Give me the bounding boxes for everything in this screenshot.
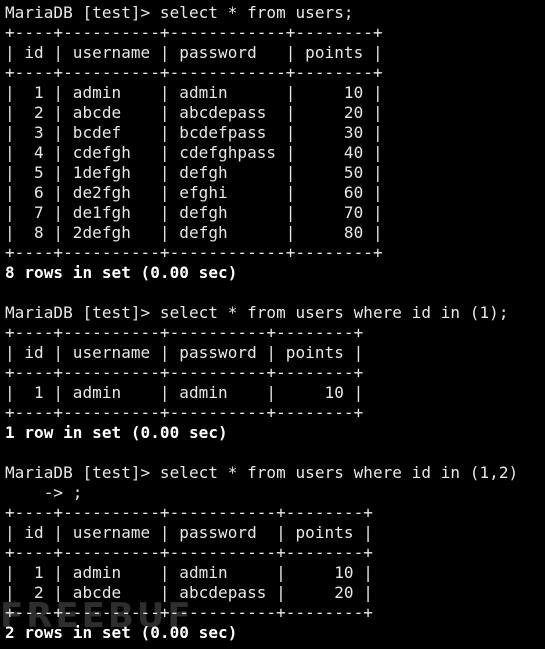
prompt-line: MariaDB [test]> select * from users wher… <box>5 303 509 322</box>
table-border: +----+----------+----------+--------+ <box>5 323 364 342</box>
result-summary: 2 rows in set (0.00 sec) <box>5 623 238 642</box>
table-row: | 1 | admin | admin | 10 | <box>5 383 364 402</box>
table-border: +----+----------+-----------+--------+ <box>5 543 373 562</box>
table-border: +----+----------+-----------+--------+ <box>5 603 373 622</box>
result-summary: 8 rows in set (0.00 sec) <box>5 263 238 282</box>
prompt-line: MariaDB [test]> select * from users; <box>5 3 354 22</box>
table-row: | 3 | bcdef | bcdefpass | 30 | <box>5 123 383 142</box>
continuation-line: -> ; <box>5 483 83 502</box>
table-row: | 6 | de2fgh | efghi | 60 | <box>5 183 383 202</box>
table-border: +----+----------+------------+--------+ <box>5 243 383 262</box>
result-summary: 1 row in set (0.00 sec) <box>5 423 228 442</box>
table-border: +----+----------+-----------+--------+ <box>5 503 373 522</box>
prompt-line: MariaDB [test]> select * from users wher… <box>5 463 519 482</box>
table-header: | id | username | password | points | <box>5 523 373 542</box>
table-border: +----+----------+----------+--------+ <box>5 403 364 422</box>
table-row: | 2 | abcde | abcdepass | 20 | <box>5 103 383 122</box>
table-row: | 4 | cdefgh | cdefghpass | 40 | <box>5 143 383 162</box>
table-row: | 8 | 2defgh | defgh | 80 | <box>5 223 383 242</box>
table-header: | id | username | password | points | <box>5 43 383 62</box>
table-border: +----+----------+------------+--------+ <box>5 23 383 42</box>
table-border: +----+----------+------------+--------+ <box>5 63 383 82</box>
table-row: | 5 | 1defgh | defgh | 50 | <box>5 163 383 182</box>
table-row: | 7 | de1fgh | defgh | 70 | <box>5 203 383 222</box>
table-row: | 1 | admin | admin | 10 | <box>5 83 383 102</box>
terminal-window[interactable]: MariaDB [test]> select * from users; +--… <box>0 0 545 649</box>
table-border: +----+----------+----------+--------+ <box>5 363 364 382</box>
table-row: | 1 | admin | admin | 10 | <box>5 563 373 582</box>
table-row: | 2 | abcde | abcdepass | 20 | <box>5 583 373 602</box>
table-header: | id | username | password | points | <box>5 343 364 362</box>
